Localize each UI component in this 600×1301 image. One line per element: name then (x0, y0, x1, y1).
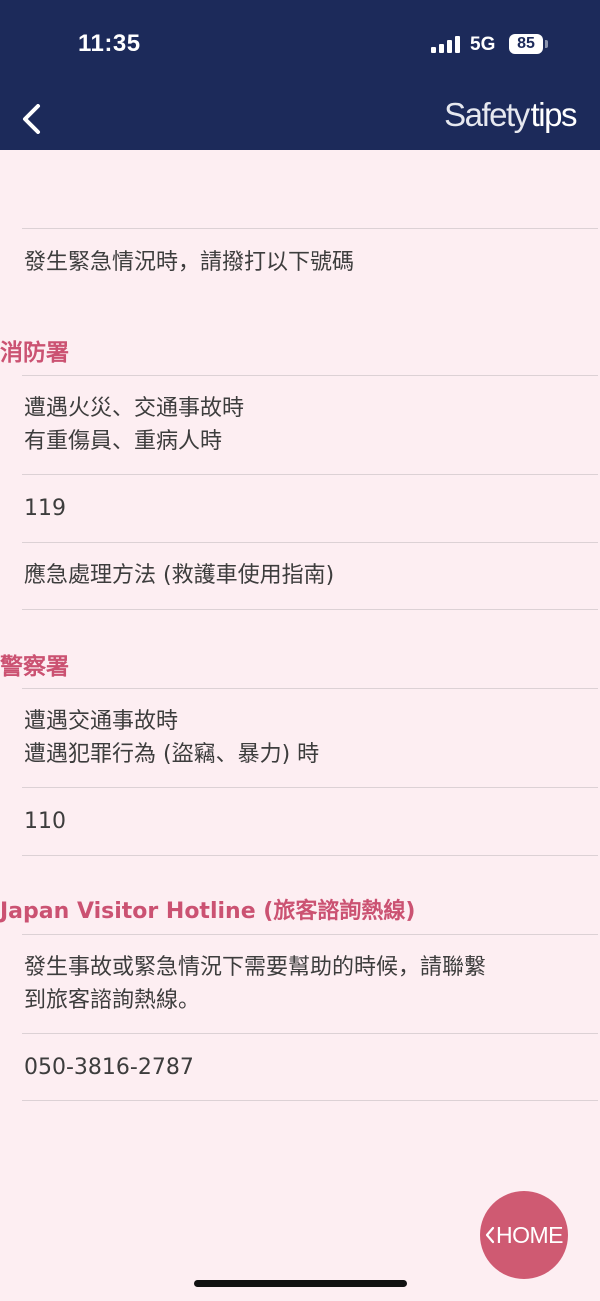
phone-number-hotline[interactable]: 050-3816-2787 (24, 1052, 194, 1084)
back-button[interactable] (14, 96, 58, 140)
situation-line: 到旅客諮詢熱線。 (24, 988, 201, 1013)
battery-icon: 85 (509, 34, 543, 54)
divider (22, 855, 598, 856)
chevron-left-icon (485, 1227, 495, 1244)
section-title-fire: 消防署 (0, 340, 69, 366)
phone-number-police[interactable]: 110 (24, 806, 66, 838)
section-title-hotline: Japan Visitor Hotline (旅客諮詢熱線) (0, 899, 416, 924)
situation-row-hotline: 發生事故或緊急情況下需要幫助的時候，請聯繫 到旅客諮詢熱線。 (22, 934, 598, 1033)
home-button[interactable]: HOME (480, 1191, 568, 1279)
page-title-part1: Safety (444, 96, 530, 133)
home-button-label: HOME (496, 1222, 564, 1248)
signal-icon (431, 35, 461, 53)
situation-line: 遭遇交通事故時 (24, 709, 179, 734)
section-title-police: 警察署 (0, 654, 69, 680)
nav-bar: Safetytips (0, 86, 600, 150)
phone-row-fire[interactable]: 119 (22, 474, 598, 542)
battery-cap (545, 40, 548, 48)
divider (22, 609, 598, 610)
phone-number-fire[interactable]: 119 (24, 493, 66, 525)
situation-line: 遭遇犯罪行為 (盜竊、暴力) 時 (24, 742, 320, 767)
page-title-part2: tips (530, 96, 578, 133)
situation-row-fire: 遭遇火災、交通事故時 有重傷員、重病人時 (22, 375, 598, 474)
page-title: Safetytips (444, 94, 578, 136)
status-bar: 11:35 5G 85 (0, 0, 600, 86)
ambulance-guide-link[interactable]: 應急處理方法 (救護車使用指南) (22, 542, 598, 609)
phone-row-police[interactable]: 110 (22, 787, 598, 855)
intro-row: 發生緊急情況時，請撥打以下號碼 (22, 228, 598, 296)
ambulance-guide-label[interactable]: 應急處理方法 (救護車使用指南) (24, 560, 334, 592)
chevron-left-icon (23, 104, 40, 134)
home-indicator[interactable] (194, 1280, 407, 1287)
intro-text: 發生緊急情況時，請撥打以下號碼 (24, 250, 355, 275)
network-type: 5G (470, 34, 496, 55)
status-time: 11:35 (78, 30, 141, 57)
situation-line: 發生事故或緊急情況下需要幫助的時候，請聯繫 (24, 955, 487, 980)
situation-row-police: 遭遇交通事故時 遭遇犯罪行為 (盜竊、暴力) 時 (22, 688, 598, 787)
divider (22, 1100, 598, 1101)
situation-line: 遭遇火災、交通事故時 (24, 396, 245, 421)
situation-line: 有重傷員、重病人時 (24, 429, 223, 454)
phone-row-hotline[interactable]: 050-3816-2787 (22, 1033, 598, 1100)
